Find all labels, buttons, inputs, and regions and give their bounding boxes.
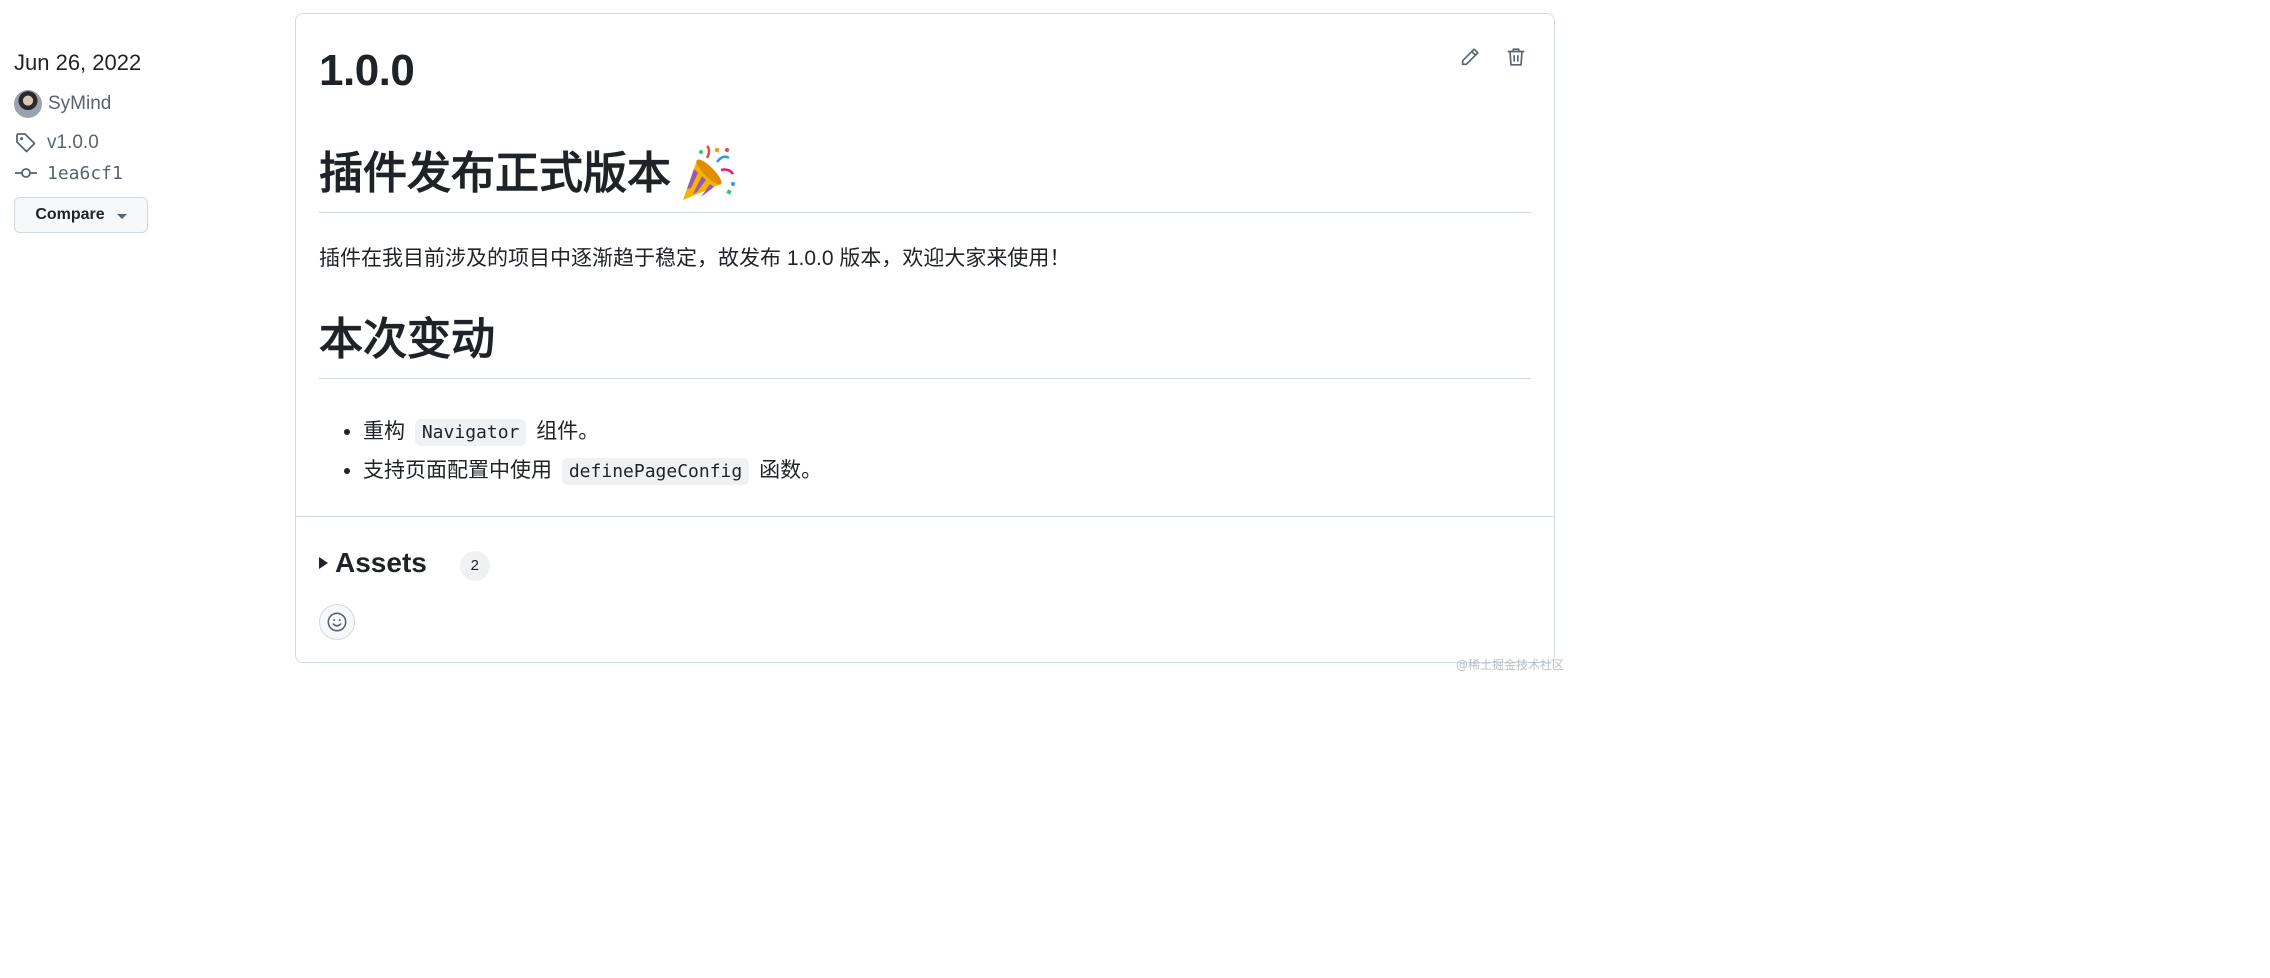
assets-toggle[interactable]: Assets 2 [319, 544, 490, 582]
tag-name[interactable]: v1.0.0 [47, 132, 99, 154]
release-meta: Jun 26, 2022 SyMind v1.0.0 1ea6cf1 Compa… [14, 46, 274, 233]
edit-button[interactable] [1455, 42, 1485, 72]
tag-icon [16, 133, 36, 153]
chevron-down-icon [116, 214, 127, 219]
commit-link[interactable]: 1ea6cf1 [14, 158, 274, 188]
watermark: @稀土掘金技术社区 [1455, 658, 1564, 672]
compare-label: Compare [35, 206, 105, 223]
list-item: 支持页面配置中使用 definePageConfig 函数。 [363, 452, 822, 491]
assets-label[interactable]: Assets [335, 544, 427, 582]
change-text: 函数。 [759, 459, 823, 482]
assets-divider [296, 516, 1554, 517]
assets-count-badge: 2 [459, 550, 490, 581]
release-intro: 插件在我目前涉及的项目中逐渐趋于稳定，故发布 1.0.0 版本，欢迎大家来使用！ [319, 247, 1071, 270]
change-text: 重构 [363, 420, 405, 443]
release-date: Jun 26, 2022 [14, 50, 142, 75]
author-name[interactable]: SyMind [48, 93, 111, 115]
release-actions [1455, 42, 1531, 72]
inline-code: definePageConfig [561, 458, 750, 485]
triangle-right-icon [319, 557, 328, 569]
author-link[interactable]: SyMind [14, 88, 274, 120]
list-item: 重构 Navigator 组件。 [363, 413, 822, 452]
changes-list: 重构 Navigator 组件。 支持页面配置中使用 definePageCon… [319, 413, 822, 491]
release-title[interactable]: 1.0.0 [319, 44, 415, 98]
smiley-icon [327, 612, 347, 632]
party-popper-icon [683, 145, 735, 200]
change-text: 组件。 [536, 420, 600, 443]
release-heading-text: 插件发布正式版本 [319, 149, 671, 198]
commit-sha[interactable]: 1ea6cf1 [47, 163, 123, 184]
trash-icon [1507, 48, 1525, 66]
change-text: 支持页面配置中使用 [363, 459, 552, 482]
release-heading-main: 插件发布正式版本 [319, 144, 1531, 213]
git-commit-icon [15, 168, 37, 178]
tag-link[interactable]: v1.0.0 [14, 128, 274, 158]
compare-button[interactable]: Compare [14, 197, 148, 233]
inline-code: Navigator [414, 419, 527, 446]
release-card: 1.0.0 插件发布正式版本 插件在我目前涉及的项目中逐渐趋于稳定，故发布 1.… [295, 13, 1555, 663]
author-avatar[interactable] [14, 90, 42, 118]
delete-button[interactable] [1501, 42, 1531, 72]
pencil-icon [1461, 48, 1479, 66]
changes-heading: 本次变动 [319, 310, 1531, 379]
add-reaction-button[interactable] [319, 604, 355, 640]
